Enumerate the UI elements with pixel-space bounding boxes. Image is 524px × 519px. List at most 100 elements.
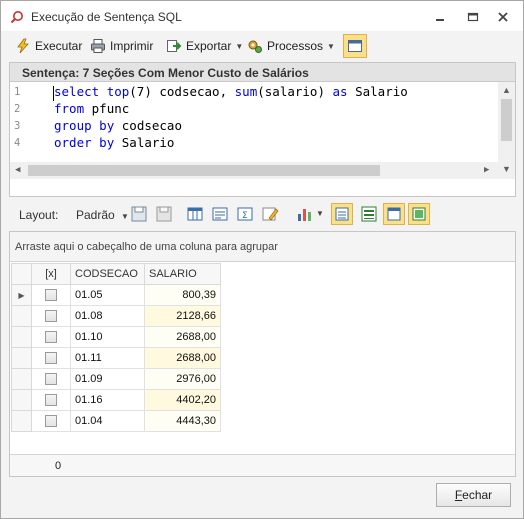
grid-summary-footer: 0 — [10, 454, 515, 476]
code-line: select top(7) codsecao, sum(salario) as … — [54, 84, 408, 99]
salario-cell[interactable]: 4402,20 — [144, 389, 221, 411]
delete-layout-icon[interactable] — [155, 205, 173, 223]
sql-editor[interactable]: 1 2 3 4 select top(7) codsecao, sum(sala… — [10, 82, 499, 179]
salario-cell[interactable]: 2128,66 — [144, 305, 221, 327]
results-table: [x] CODSECAO SALARIO ▶ 01.05 800,39 01.0… — [11, 263, 221, 432]
chart-icon[interactable] — [296, 205, 314, 223]
line-number: 2 — [14, 103, 21, 115]
scroll-right-icon[interactable]: ▶ — [484, 165, 489, 175]
export-button[interactable]: Exportar ▼ — [166, 34, 243, 58]
sum-grid-icon[interactable]: Σ — [236, 205, 254, 223]
column-header-salario[interactable]: SALARIO — [144, 263, 221, 285]
panel-toggle-button[interactable] — [343, 34, 367, 58]
export-label: Exportar — [186, 39, 232, 53]
row-checkbox[interactable] — [45, 331, 57, 344]
codsecao-cell[interactable]: 01.10 — [70, 326, 145, 348]
table-row[interactable]: ▶ 01.05 800,39 — [11, 284, 221, 306]
row-checkbox[interactable] — [45, 373, 57, 386]
table-row[interactable]: 01.08 2128,66 — [11, 305, 221, 327]
window-title: Execução de Sentença SQL — [31, 10, 182, 24]
salario-cell[interactable]: 2688,00 — [144, 347, 221, 369]
close-button-accesskey: F — [454, 488, 463, 502]
view-toggle-1[interactable] — [331, 203, 353, 225]
chevron-down-icon: ▼ — [121, 212, 129, 221]
row-checkbox[interactable] — [45, 352, 57, 365]
horizontal-scrollbar[interactable]: ◀ ▶ — [10, 162, 499, 179]
layout-toolbar: Layout: Padrão ▼ Σ ▼ — [9, 200, 515, 228]
close-button[interactable]: Fechar — [436, 483, 511, 507]
row-checkbox[interactable] — [45, 310, 57, 323]
export-dropdown-icon: ▼ — [235, 41, 244, 51]
execute-button[interactable]: Executar — [15, 34, 82, 58]
sql-execution-window: Execução de Sentença SQL Executar Imprim… — [0, 0, 524, 519]
save-layout-icon[interactable] — [130, 205, 148, 223]
scroll-up-icon[interactable]: ▲ — [502, 85, 511, 95]
scroll-down-icon[interactable]: ▼ — [502, 164, 511, 174]
list-view-icon — [335, 207, 349, 221]
magnifier-sql-icon — [10, 11, 23, 24]
layout-preset-dropdown[interactable]: Padrão ▼ — [76, 208, 129, 222]
row-indicator-header — [11, 263, 32, 285]
row-checkbox[interactable] — [45, 289, 57, 302]
print-button[interactable]: Imprimir — [90, 34, 153, 58]
row-indicator — [11, 389, 32, 411]
table-row[interactable]: 01.11 2688,00 — [11, 347, 221, 369]
column-header-codsecao[interactable]: CODSECAO — [70, 263, 145, 285]
codsecao-cell[interactable]: 01.11 — [70, 347, 145, 369]
codsecao-cell[interactable]: 01.16 — [70, 389, 145, 411]
row-checkbox-cell[interactable] — [31, 326, 71, 348]
row-indicator — [11, 347, 32, 369]
codsecao-cell[interactable]: 01.09 — [70, 368, 145, 390]
row-checkbox[interactable] — [45, 394, 57, 407]
processes-dropdown-icon: ▼ — [327, 41, 335, 51]
chart-dropdown-icon[interactable]: ▼ — [316, 209, 324, 218]
salario-cell[interactable]: 800,39 — [144, 284, 221, 306]
export-icon — [167, 40, 182, 52]
codsecao-cell[interactable]: 01.04 — [70, 410, 145, 432]
grid-columns-icon[interactable] — [186, 205, 204, 223]
scroll-left-icon[interactable]: ◀ — [15, 165, 20, 175]
codsecao-cell[interactable]: 01.08 — [70, 305, 145, 327]
layout-preset-value: Padrão — [76, 208, 115, 222]
vertical-scroll-thumb[interactable] — [501, 99, 512, 141]
column-header-select[interactable]: [x] — [31, 263, 71, 285]
maximize-icon[interactable] — [466, 10, 480, 24]
line-number: 3 — [14, 120, 21, 132]
row-indicator — [11, 410, 32, 432]
row-checkbox[interactable] — [45, 415, 57, 428]
processes-button[interactable]: Processos ▼ — [247, 34, 335, 58]
svg-text:Σ: Σ — [242, 211, 248, 221]
row-checkbox-cell[interactable] — [31, 305, 71, 327]
gears-icon — [248, 40, 262, 53]
salario-cell[interactable]: 2976,00 — [144, 368, 221, 390]
codsecao-cell[interactable]: 01.05 — [70, 284, 145, 306]
table-row[interactable]: 01.10 2688,00 — [11, 326, 221, 348]
vertical-scrollbar[interactable]: ▲ ▼ — [498, 82, 515, 179]
row-checkbox-cell[interactable] — [31, 284, 71, 306]
salario-cell[interactable]: 4443,30 — [144, 410, 221, 432]
header-view-icon — [387, 207, 401, 221]
table-row[interactable]: 01.16 4402,20 — [11, 389, 221, 411]
row-checkbox-cell[interactable] — [31, 347, 71, 369]
sql-panel: Sentença: 7 Seções Com Menor Custo de Sa… — [9, 62, 516, 197]
edit-layout-icon[interactable] — [261, 205, 279, 223]
close-window-icon[interactable] — [496, 10, 510, 24]
group-by-panel[interactable]: Arraste aqui o cabeçalho de uma coluna p… — [10, 232, 515, 262]
layout-label: Layout: — [19, 208, 59, 222]
row-indicator — [11, 326, 32, 348]
filter-grid-icon[interactable] — [211, 205, 229, 223]
window-panel-icon — [348, 40, 362, 52]
selected-count: 0 — [55, 460, 62, 472]
view-toggle-3[interactable] — [408, 203, 430, 225]
view-toggle-2[interactable] — [383, 203, 405, 225]
row-checkbox-cell[interactable] — [31, 410, 71, 432]
salario-cell[interactable]: 2688,00 — [144, 326, 221, 348]
line-number: 4 — [14, 137, 21, 149]
table-row[interactable]: 01.04 4443,30 — [11, 410, 221, 432]
row-checkbox-cell[interactable] — [31, 368, 71, 390]
table-row[interactable]: 01.09 2976,00 — [11, 368, 221, 390]
minimize-icon[interactable] — [433, 10, 447, 24]
horizontal-scroll-thumb[interactable] — [28, 165, 380, 176]
detail-view-icon[interactable] — [360, 205, 378, 223]
row-checkbox-cell[interactable] — [31, 389, 71, 411]
